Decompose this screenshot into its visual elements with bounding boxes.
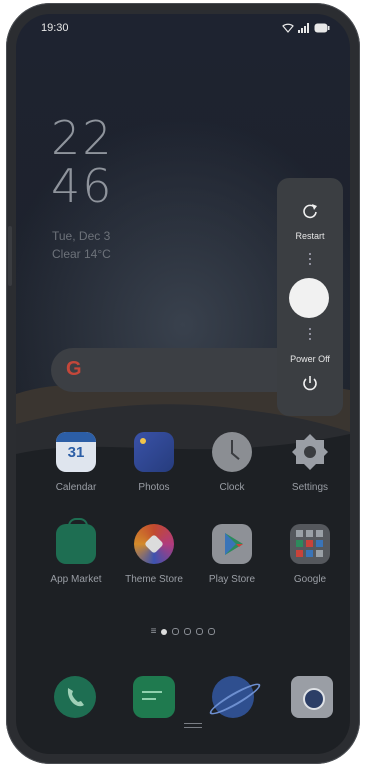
app-label: Clock bbox=[219, 482, 245, 493]
slider-track-bottom bbox=[309, 328, 311, 343]
settings-icon bbox=[290, 432, 330, 472]
home-indicator[interactable] bbox=[184, 723, 202, 728]
page-dot bbox=[184, 628, 192, 635]
weather-text: Clear 14°C bbox=[52, 247, 111, 261]
calendar-badge: 31 bbox=[67, 444, 85, 461]
play-store-icon bbox=[212, 524, 252, 564]
date-weather: Tue, Dec 3 Clear 14°C bbox=[52, 227, 111, 263]
date-text: Tue, Dec 3 bbox=[52, 229, 111, 243]
page-dot-active bbox=[161, 628, 168, 635]
app-app-market[interactable]: App Market bbox=[41, 518, 111, 585]
power-menu: Restart Power Off bbox=[277, 178, 343, 416]
app-theme-store[interactable]: Theme Store bbox=[119, 524, 189, 585]
app-label: Photos bbox=[138, 482, 170, 493]
photos-icon bbox=[134, 432, 174, 472]
battery-icon bbox=[314, 23, 330, 33]
clock-hours: 22 bbox=[51, 111, 114, 165]
page-dot bbox=[172, 628, 180, 635]
app-settings[interactable]: Settings bbox=[275, 432, 345, 493]
app-clock[interactable]: Clock bbox=[197, 432, 267, 493]
app-label: Theme Store bbox=[125, 574, 183, 585]
slider-track-top bbox=[309, 253, 311, 268]
app-calendar[interactable]: 31 Calendar bbox=[41, 432, 111, 493]
messages-icon[interactable] bbox=[133, 676, 175, 718]
power-off-label[interactable]: Power Off bbox=[277, 354, 343, 364]
calendar-icon: 31 bbox=[56, 432, 96, 472]
app-google-folder[interactable]: Google bbox=[275, 524, 345, 585]
menu-lines-icon: ≡ bbox=[150, 626, 157, 637]
clock-minutes: 46 bbox=[51, 159, 114, 213]
theme-store-icon bbox=[134, 524, 174, 564]
wifi-icon bbox=[282, 23, 294, 33]
app-label: Settings bbox=[291, 482, 329, 493]
clock-icon bbox=[212, 432, 252, 472]
page-indicator[interactable]: ≡ bbox=[16, 626, 350, 637]
camera-icon[interactable] bbox=[291, 676, 333, 718]
power-slider-knob[interactable] bbox=[289, 278, 329, 318]
power-icon[interactable] bbox=[301, 374, 319, 392]
restart-label[interactable]: Restart bbox=[277, 231, 343, 241]
status-time: 19:30 bbox=[41, 22, 69, 34]
app-photos[interactable]: Photos bbox=[119, 432, 189, 493]
volume-button bbox=[8, 226, 12, 286]
google-folder-icon bbox=[290, 524, 330, 564]
app-play-store[interactable]: Play Store bbox=[197, 524, 267, 585]
browser-icon[interactable] bbox=[206, 676, 264, 719]
restart-icon[interactable] bbox=[301, 202, 319, 220]
phone-icon[interactable] bbox=[54, 676, 96, 718]
home-screen: 19:30 22 46 Tue, Dec 3 Clear 14°C G 31 C… bbox=[16, 14, 350, 754]
google-logo-icon: G bbox=[66, 358, 82, 380]
page-dot bbox=[208, 628, 216, 635]
app-market-icon bbox=[56, 518, 96, 564]
app-label: App Market bbox=[50, 574, 102, 585]
app-label: Calendar bbox=[55, 482, 97, 493]
app-label: Play Store bbox=[208, 574, 256, 585]
signal-icon bbox=[298, 23, 309, 33]
page-dot bbox=[196, 628, 204, 635]
clock-widget[interactable]: 22 46 bbox=[51, 114, 114, 210]
app-label: Google bbox=[293, 574, 327, 585]
status-bar: 19:30 bbox=[41, 22, 330, 38]
